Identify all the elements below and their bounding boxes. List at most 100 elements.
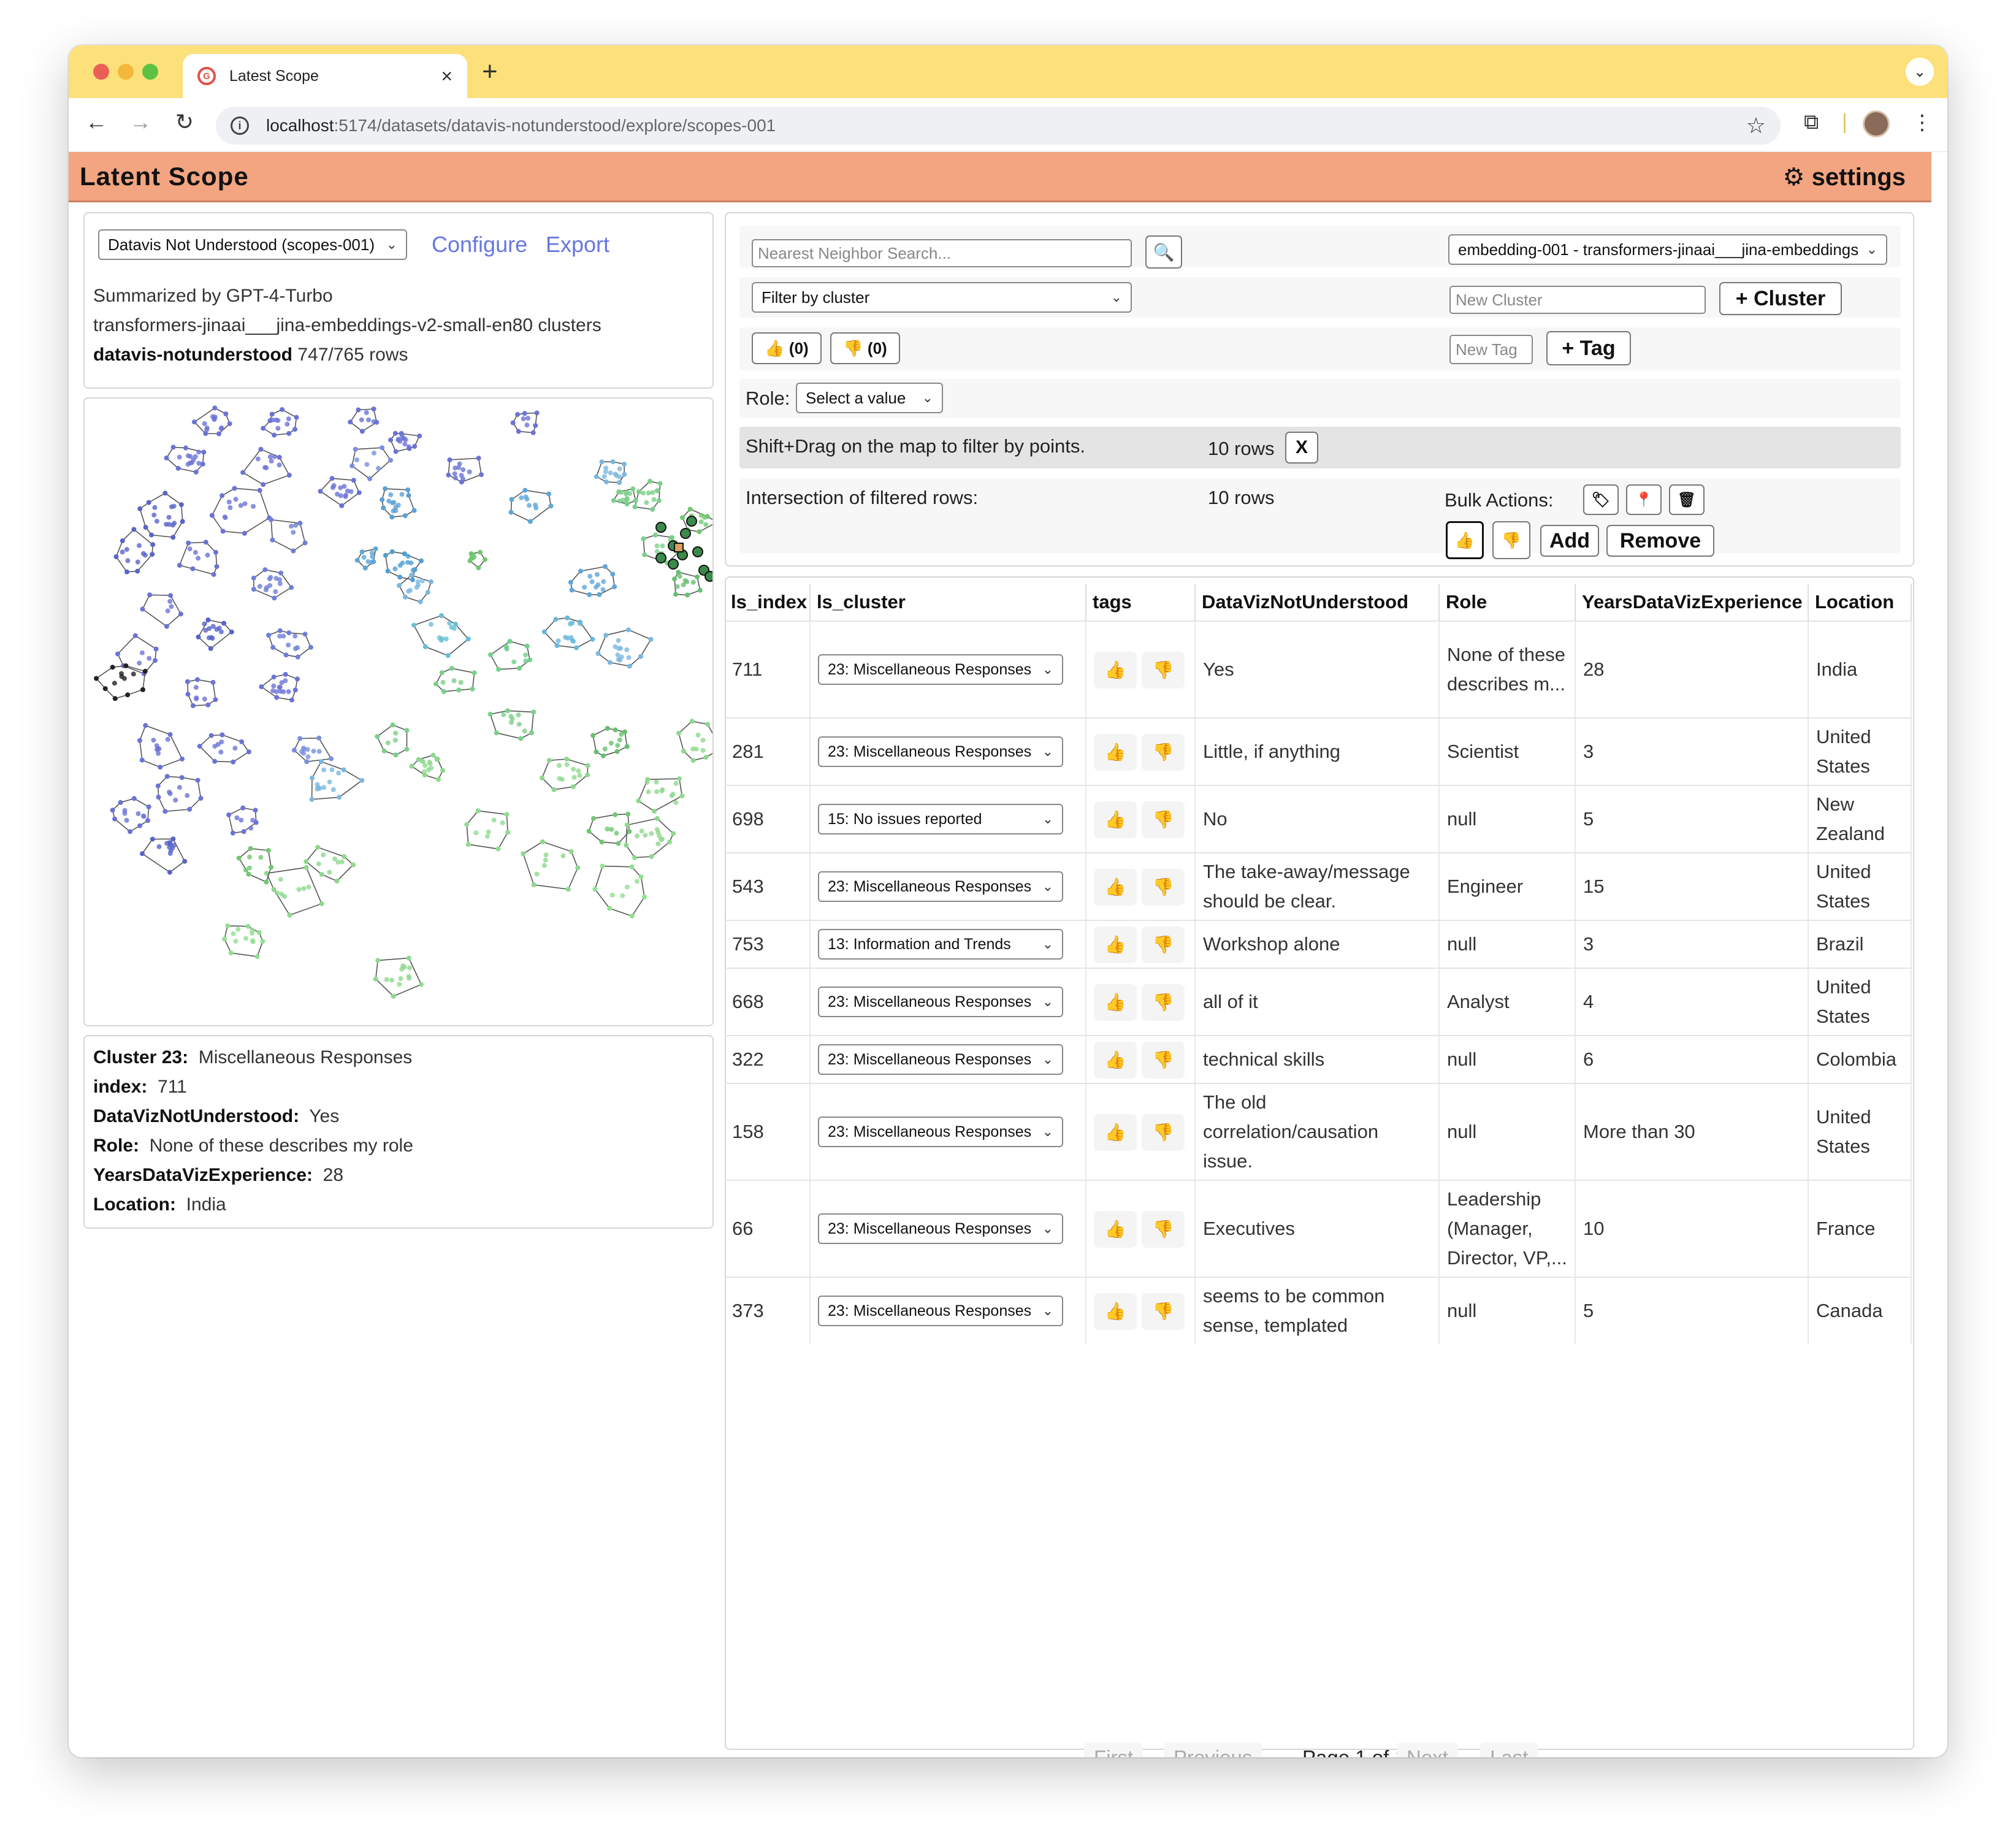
- role-filter-select[interactable]: Select a value ⌄: [796, 383, 943, 413]
- map-point[interactable]: [354, 457, 359, 462]
- map-point[interactable]: [399, 492, 405, 497]
- map-point[interactable]: [210, 414, 215, 419]
- map-point[interactable]: [150, 836, 155, 842]
- map-point[interactable]: [315, 782, 320, 787]
- close-tab-icon[interactable]: ×: [441, 65, 452, 88]
- map-point[interactable]: [236, 855, 242, 861]
- map-point[interactable]: [470, 686, 475, 692]
- map-point[interactable]: [265, 848, 271, 853]
- map-point[interactable]: [541, 863, 547, 868]
- map-point[interactable]: [345, 488, 350, 494]
- map-point[interactable]: [250, 939, 256, 944]
- map-point[interactable]: [409, 763, 414, 769]
- map-point[interactable]: [624, 647, 630, 652]
- map-point[interactable]: [396, 437, 402, 442]
- map-point[interactable]: [397, 582, 402, 588]
- map-point[interactable]: [369, 550, 375, 556]
- map-point[interactable]: [151, 513, 157, 517]
- map-point[interactable]: [220, 529, 226, 534]
- map-point[interactable]: [587, 573, 593, 579]
- map-point[interactable]: [195, 677, 200, 682]
- col-role-header[interactable]: Role: [1440, 584, 1576, 620]
- map-point[interactable]: [626, 655, 632, 660]
- row-thumbs-down-icon[interactable]: 👎: [1142, 984, 1185, 1021]
- map-point[interactable]: [651, 497, 657, 502]
- cluster-hull[interactable]: [262, 409, 297, 436]
- map-point[interactable]: [371, 419, 376, 424]
- col-tags-header[interactable]: tags: [1086, 584, 1196, 620]
- map-point[interactable]: [385, 568, 391, 574]
- map-point[interactable]: [690, 579, 696, 585]
- map-point[interactable]: [405, 554, 411, 559]
- map-point[interactable]: [600, 753, 606, 758]
- map-point[interactable]: [175, 465, 181, 471]
- add-tag-button[interactable]: + Tag: [1546, 331, 1631, 365]
- map-point[interactable]: [453, 475, 458, 481]
- map-point[interactable]: [385, 740, 391, 746]
- map-point[interactable]: [286, 473, 292, 478]
- map-point[interactable]: [180, 519, 185, 524]
- map-point[interactable]: [503, 644, 509, 649]
- previous-page-button[interactable]: Previous: [1164, 1743, 1262, 1757]
- map-point[interactable]: [272, 432, 277, 438]
- map-point[interactable]: [353, 446, 358, 452]
- map-point[interactable]: [418, 599, 423, 605]
- map-point[interactable]: [400, 560, 405, 566]
- row-thumbs-down-icon[interactable]: 👎: [1142, 1114, 1185, 1151]
- map-point[interactable]: [650, 490, 655, 495]
- embedding-select[interactable]: embedding-001 - transformers-jinaai___ji…: [1448, 234, 1887, 265]
- map-point[interactable]: [193, 550, 198, 555]
- map-point[interactable]: [617, 498, 622, 504]
- map-point[interactable]: [630, 486, 636, 492]
- map-point[interactable]: [391, 993, 396, 999]
- map-point[interactable]: [409, 573, 414, 578]
- map-point[interactable]: [456, 687, 462, 693]
- cluster-hull[interactable]: [522, 841, 579, 890]
- map-point[interactable]: [659, 788, 665, 794]
- map-point[interactable]: [179, 775, 185, 781]
- map-point[interactable]: [571, 774, 577, 780]
- map-point[interactable]: [329, 476, 335, 481]
- row-cluster-select[interactable]: 23: Miscellaneous Responses ⌄: [818, 1213, 1063, 1244]
- map-point[interactable]: [533, 505, 539, 511]
- map-point[interactable]: [568, 849, 574, 854]
- scatter-map[interactable]: [85, 399, 712, 1025]
- cluster-hull[interactable]: [351, 447, 392, 479]
- map-point[interactable]: [459, 473, 464, 478]
- map-point[interactable]: [380, 497, 385, 502]
- map-point[interactable]: [408, 560, 414, 566]
- map-point[interactable]: [546, 758, 552, 763]
- export-link[interactable]: Export: [546, 232, 609, 258]
- map-point[interactable]: [650, 506, 655, 512]
- map-point[interactable]: [440, 768, 446, 773]
- map-point[interactable]: [185, 793, 190, 798]
- map-point[interactable]: [226, 812, 232, 817]
- map-point[interactable]: [291, 548, 296, 554]
- map-point[interactable]: [137, 506, 143, 511]
- first-page-button[interactable]: First: [1084, 1743, 1144, 1757]
- map-point[interactable]: [112, 816, 118, 822]
- map-point[interactable]: [689, 719, 695, 724]
- map-point[interactable]: [113, 554, 119, 560]
- map-point[interactable]: [250, 931, 255, 936]
- cluster-hull[interactable]: [625, 818, 674, 858]
- map-point[interactable]: [239, 739, 245, 744]
- map-point[interactable]: [452, 622, 458, 627]
- map-point[interactable]: [162, 491, 168, 496]
- map-point[interactable]: [277, 454, 282, 460]
- map-point[interactable]: [291, 530, 296, 535]
- map-point[interactable]: [564, 757, 570, 762]
- map-point[interactable]: [318, 759, 324, 765]
- map-point[interactable]: [292, 687, 298, 693]
- map-point[interactable]: [390, 722, 395, 728]
- map-point[interactable]: [208, 635, 214, 640]
- map-point[interactable]: [594, 474, 599, 479]
- map-point[interactable]: [205, 702, 211, 708]
- map-point[interactable]: [554, 643, 560, 648]
- map-point[interactable]: [349, 463, 355, 468]
- map-point[interactable]: [185, 453, 191, 459]
- map-point[interactable]: [589, 579, 595, 584]
- map-point[interactable]: [220, 732, 225, 738]
- map-point[interactable]: [233, 497, 239, 502]
- map-point[interactable]: [524, 643, 530, 649]
